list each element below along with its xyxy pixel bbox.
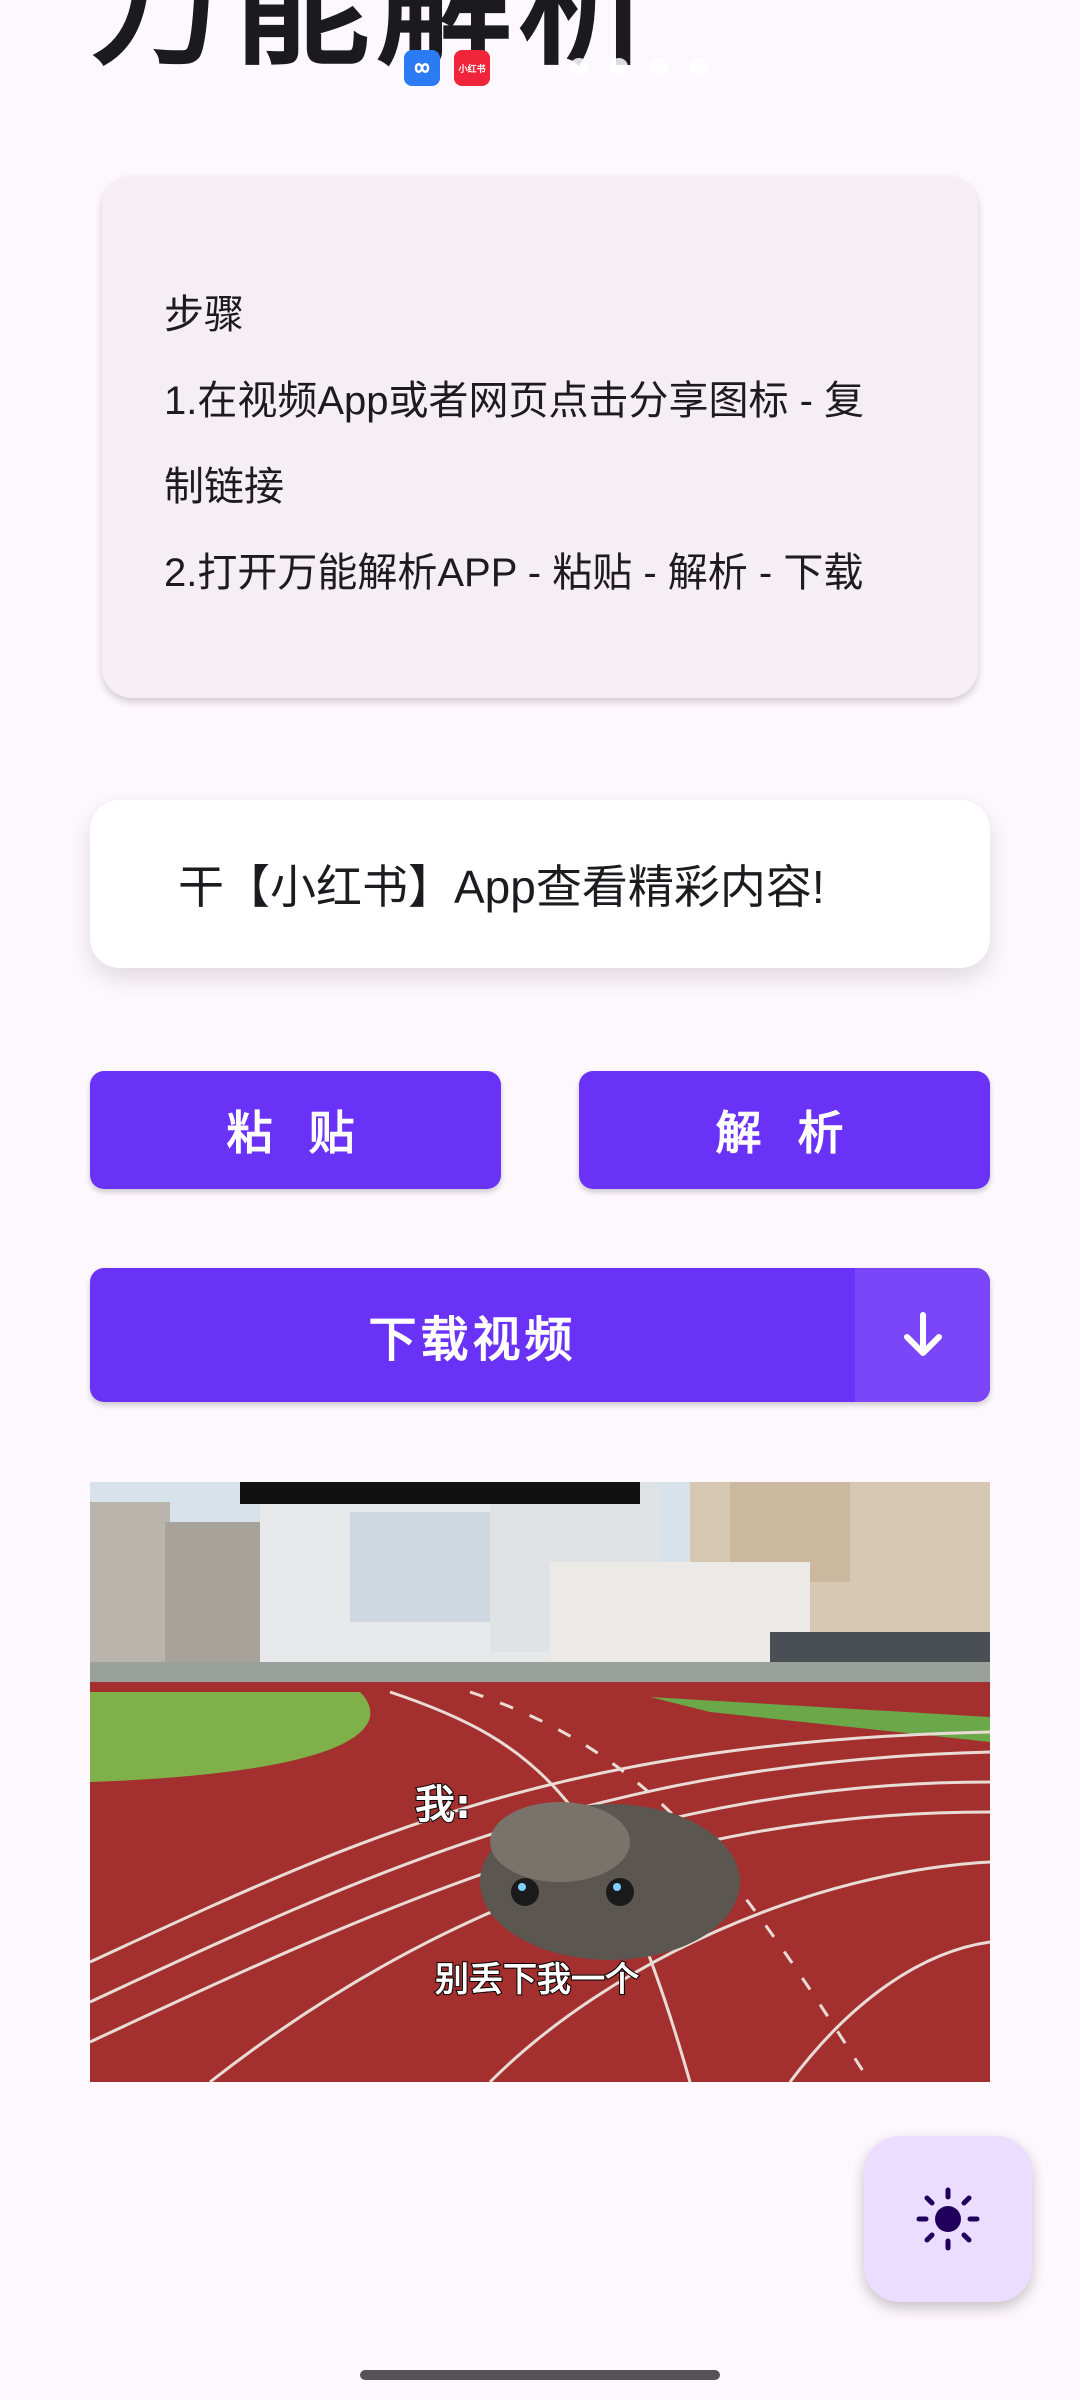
link-input-field[interactable]: 干【小红书】App查看精彩内容! [90,800,990,968]
video-caption: 别丢下我一个 [434,1959,640,2001]
xhs-chip-text: 小红书 [458,64,486,75]
step-1-line-b: 制链接 [164,465,284,509]
download-video-button[interactable]: 下载视频 [90,1268,990,1402]
status-dot [650,58,668,76]
status-indicators [570,58,708,76]
app-screen: 万能解析 小红书 步骤 1.在视频App或者网页点击分享图标 - 复 制链接 2… [0,0,1080,2400]
status-dot [610,58,628,76]
steps-card: 步骤 1.在视频App或者网页点击分享图标 - 复 制链接 2.打开万能解析AP… [102,176,978,698]
brightness-icon [916,2187,980,2251]
link-input-value[interactable]: 干【小红书】App查看精彩内容! [178,851,825,917]
status-dot [690,58,708,76]
theme-toggle-button[interactable] [864,2136,1032,2302]
video-thumbnail[interactable]: 我: 别丢下我一个 [90,1482,990,2082]
status-dot [570,58,588,76]
paste-button[interactable]: 粘 贴 [90,1071,501,1189]
xiaohongshu-icon: 小红书 [454,50,490,86]
parse-button[interactable]: 解 析 [579,1071,990,1189]
video-overlay-text: 我: [414,1781,472,1829]
arrow-down-icon [903,1312,942,1356]
step-2-line: 2.打开万能解析APP - 粘贴 - 解析 - 下载 [164,551,864,595]
home-indicator[interactable] [360,2370,720,2380]
download-dropdown-toggle[interactable] [855,1268,990,1402]
steps-heading: 步骤 [164,293,244,337]
notification-icons: 小红书 [404,50,490,86]
download-video-label[interactable]: 下载视频 [90,1268,855,1402]
step-1-line-a: 1.在视频App或者网页点击分享图标 - 复 [164,379,865,423]
cloud-sync-icon [404,50,440,86]
